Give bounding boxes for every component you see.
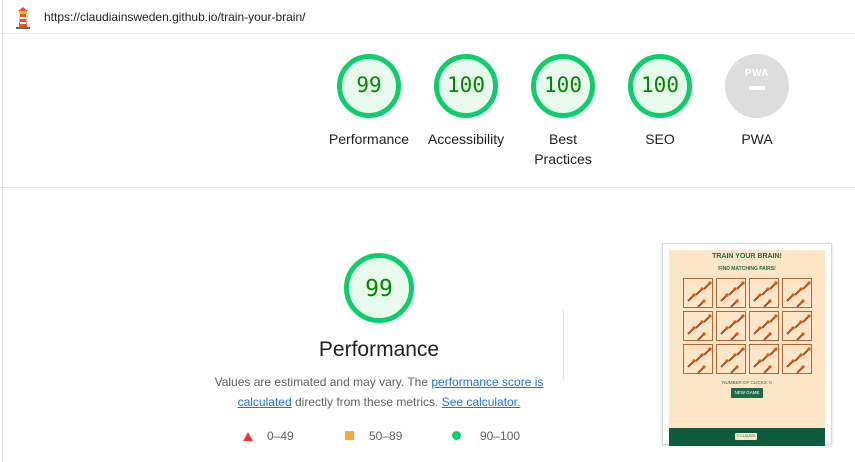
- gauge-label: Performance: [328, 131, 410, 147]
- card-pattern-icon: [753, 347, 778, 373]
- legend-fail-label: 0–49: [267, 429, 294, 443]
- card-tile: [782, 278, 812, 308]
- gauge-label: Best Practices: [534, 131, 592, 167]
- card-pattern-icon: [720, 347, 745, 373]
- card-tile: [749, 278, 779, 308]
- card-tile: [683, 278, 713, 308]
- gauge-label: SEO: [645, 131, 675, 147]
- screenshot-title: TRAIN YOUR BRAIN!: [712, 253, 782, 260]
- gauge-label: Accessibility: [427, 131, 505, 147]
- gauge-score: 100: [447, 73, 485, 97]
- card-tile: [782, 344, 812, 374]
- screenshot-new-game-button: NEW GAME: [731, 388, 763, 398]
- card-tile: [683, 311, 713, 341]
- screenshot-footer: © CLAUDIA: [669, 428, 825, 446]
- card-pattern-icon: [687, 281, 712, 307]
- page-url: https://claudiainsweden.github.io/train-…: [44, 10, 306, 24]
- see-calculator-link[interactable]: See calculator.: [442, 395, 521, 409]
- card-pattern-icon: [687, 347, 712, 373]
- card-grid: [683, 278, 812, 376]
- card-pattern-icon: [720, 314, 745, 340]
- gauge-seo[interactable]: 100 SEO: [612, 54, 708, 149]
- pwa-badge-icon: PWA: [725, 54, 789, 118]
- card-pattern-icon: [786, 281, 811, 307]
- card-pattern-icon: [786, 314, 811, 340]
- card-tile: [716, 278, 746, 308]
- score-ring: 100: [531, 54, 595, 118]
- score-ring: 99: [337, 54, 401, 118]
- gauge-best-practices[interactable]: 100 Best Practices: [515, 54, 611, 169]
- gauge-performance[interactable]: 99 Performance: [321, 54, 417, 149]
- category-gauges: 99 Performance 100 Accessibility 100 Bes…: [0, 34, 855, 188]
- desc-middle: directly from these metrics.: [291, 395, 442, 409]
- gauge-score: 99: [356, 73, 382, 97]
- lighthouse-icon: [16, 7, 30, 29]
- performance-score: 99: [365, 276, 393, 302]
- card-tile: [782, 311, 812, 341]
- legend-average: 50–89: [345, 429, 402, 443]
- pwa-dash: [749, 86, 765, 90]
- legend-average-label: 50–89: [369, 429, 403, 443]
- performance-description: Values are estimated and may vary. The p…: [209, 372, 549, 412]
- score-ring: 100: [434, 54, 498, 118]
- card-pattern-icon: [786, 347, 811, 373]
- card-pattern-icon: [753, 314, 778, 340]
- card-tile: [716, 311, 746, 341]
- legend-fail: 0–49: [243, 429, 294, 443]
- triangle-fail-icon: [243, 432, 253, 441]
- performance-score-gauge: 99: [344, 253, 414, 323]
- screenshot-click-count: NUMBER OF CLICKS: 0: [722, 380, 772, 385]
- gauge-accessibility[interactable]: 100 Accessibility: [418, 54, 514, 149]
- page-screenshot-thumbnail[interactable]: TRAIN YOUR BRAIN! FIND MATCHING PAIRS! N…: [662, 243, 832, 446]
- pwa-badge-text: PWA: [744, 68, 770, 79]
- legend-pass: 90–100: [452, 429, 520, 443]
- card-pattern-icon: [687, 314, 712, 340]
- legend-pass-label: 90–100: [480, 429, 521, 443]
- gauge-label: PWA: [741, 131, 773, 147]
- top-bar: https://claudiainsweden.github.io/train-…: [0, 0, 855, 34]
- card-tile: [716, 344, 746, 374]
- divider: [563, 310, 564, 380]
- score-ring: 100: [628, 54, 692, 118]
- card-pattern-icon: [720, 281, 745, 307]
- circle-pass-icon: [452, 431, 461, 440]
- card-pattern-icon: [753, 281, 778, 307]
- performance-title: Performance: [318, 338, 440, 361]
- card-tile: [749, 344, 779, 374]
- square-average-icon: [345, 431, 354, 440]
- card-tile: [683, 344, 713, 374]
- screenshot-subtitle: FIND MATCHING PAIRS!: [718, 266, 776, 272]
- screenshot-footer-pill: © CLAUDIA: [735, 433, 757, 440]
- desc-prefix: Values are estimated and may vary. The: [214, 375, 432, 389]
- gauge-score: 100: [544, 73, 582, 97]
- screenshot-page: TRAIN YOUR BRAIN! FIND MATCHING PAIRS! N…: [669, 250, 825, 446]
- gauge-score: 100: [641, 73, 679, 97]
- card-tile: [749, 311, 779, 341]
- gauge-pwa[interactable]: PWA PWA: [709, 54, 805, 149]
